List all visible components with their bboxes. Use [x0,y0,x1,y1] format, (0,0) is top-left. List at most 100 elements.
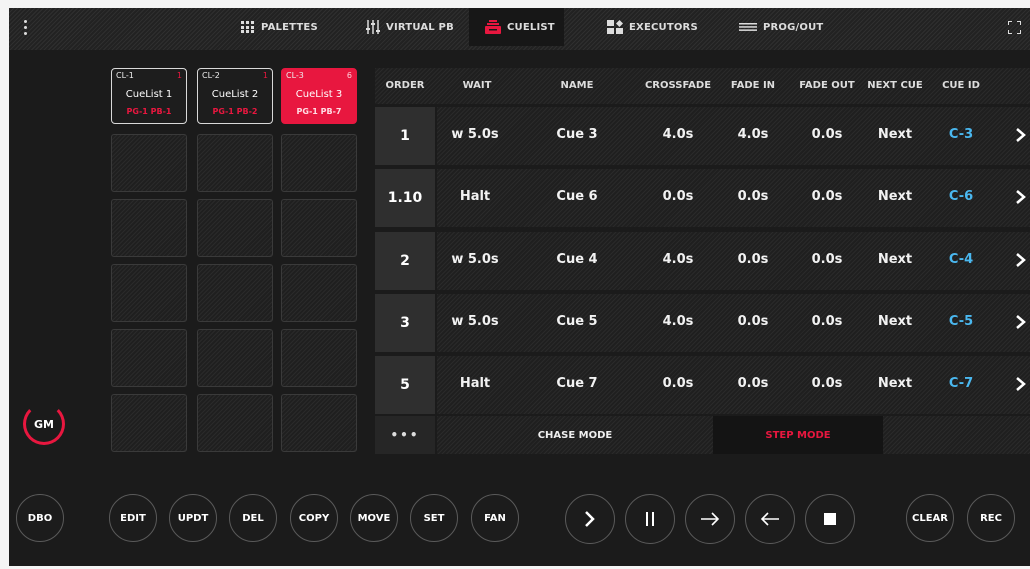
chevron-right-icon[interactable] [1015,250,1027,270]
cue-row[interactable]: 2 w 5.0s Cue 4 4.0s 0.0s 0.0s Next C-4 [375,232,1030,290]
next-cue-button[interactable] [685,494,735,544]
cue-name: Cue 7 [556,376,598,391]
executors-icon [607,20,623,34]
tab-virtual-pb-label: VIRTUAL PB [386,21,454,33]
go-button[interactable] [565,494,615,544]
empty-cuelist-slot[interactable] [281,394,357,452]
tab-prog-out[interactable]: PROG/OUT [739,8,823,46]
cue-id: C-6 [948,189,974,204]
move-button[interactable]: MOVE [350,494,398,542]
cue-row[interactable]: 3 w 5.0s Cue 5 4.0s 0.0s 0.0s Next C-5 [375,294,1030,352]
cue-wait: w 5.0s [451,252,499,267]
fan-label: FAN [484,512,506,524]
edit-button[interactable]: EDIT [109,494,157,542]
copy-button[interactable]: COPY [290,494,338,542]
record-button[interactable]: REC [967,494,1015,542]
cue-wait: Halt [459,376,491,391]
dbo-label: DBO [27,512,53,524]
empty-cuelist-slot[interactable] [111,394,187,452]
dbo-button[interactable]: DBO [16,494,64,542]
empty-cuelist-slot[interactable] [197,134,273,192]
more-options-button[interactable]: ••• [375,416,435,454]
more-menu-icon[interactable] [23,20,29,38]
column-header-crossfade: CROSSFADE [644,80,712,91]
cue-row[interactable]: 5 Halt Cue 7 0.0s 0.0s 0.0s Next C-7 [375,356,1030,414]
chase-mode-button[interactable]: CHASE MODE [437,416,713,454]
cuelist-playback: PG-1 PB-7 [296,107,342,116]
cue-row[interactable]: 1 w 5.0s Cue 3 4.0s 4.0s 0.0s Next C-3 [375,107,1030,165]
stop-button[interactable] [805,494,855,544]
empty-cuelist-slot[interactable] [281,134,357,192]
cue-fade-in: 0.0s [737,376,769,391]
column-header-cue-id: CUE ID [942,80,980,91]
tab-palettes[interactable]: PALETTES [241,8,318,46]
chase-mode-label: CHASE MODE [537,429,613,441]
empty-cuelist-slot[interactable] [111,264,187,322]
step-mode-button[interactable]: STEP MODE [713,416,883,454]
more-dots-icon: ••• [390,428,420,442]
cuelist-cue-count: 1 [262,71,268,80]
cue-id: C-4 [948,252,974,267]
cue-fade-out: 0.0s [811,127,843,142]
empty-cuelist-slot[interactable] [197,264,273,322]
empty-cuelist-slot[interactable] [197,394,273,452]
cuelist-button-2[interactable]: CL-2 1 CueList 2 PG-1 PB-2 [197,68,273,124]
top-bar: PALETTES VIRTUAL PB CUELIST EXECUTORS PR… [9,8,1030,50]
set-button[interactable]: SET [410,494,458,542]
cuelist-id: CL-2 [202,71,220,80]
cue-row-body: Halt Cue 6 0.0s 0.0s 0.0s Next C-6 [437,169,1030,227]
grand-master-knob[interactable]: GM [23,403,65,445]
cue-table-footer: ••• CHASE MODE STEP MODE [375,416,1030,454]
cuelist-playback: PG-1 PB-2 [212,107,258,116]
cue-crossfade: 0.0s [662,189,694,204]
empty-cuelist-slot[interactable] [281,329,357,387]
cue-fade-in: 0.0s [737,314,769,329]
fullscreen-icon[interactable] [1008,21,1021,34]
stop-icon [824,513,836,525]
empty-cuelist-slot[interactable] [281,264,357,322]
tab-cuelist-label: CUELIST [507,21,555,33]
empty-cuelist-slot[interactable] [281,199,357,257]
grand-master-label: GM [34,417,54,431]
cue-id: C-7 [948,376,974,391]
clear-button[interactable]: CLEAR [906,494,954,542]
empty-cuelist-slot[interactable] [111,199,187,257]
cue-row-body: w 5.0s Cue 5 4.0s 0.0s 0.0s Next C-5 [437,294,1030,352]
pause-button[interactable] [625,494,675,544]
cue-row-body: w 5.0s Cue 4 4.0s 0.0s 0.0s Next C-4 [437,232,1030,290]
cue-order: 3 [375,294,435,352]
tab-palettes-label: PALETTES [261,21,318,33]
cue-next: Next [877,314,913,329]
empty-cuelist-slot[interactable] [111,329,187,387]
cue-next: Next [877,376,913,391]
tab-executors[interactable]: EXECUTORS [607,8,698,46]
cue-id: C-5 [948,314,974,329]
cuelist-button-1[interactable]: CL-1 1 CueList 1 PG-1 PB-1 [111,68,187,124]
cue-fade-out: 0.0s [811,189,843,204]
cuelist-button-3[interactable]: CL-3 6 CueList 3 PG-1 PB-7 [281,68,357,124]
previous-cue-button[interactable] [745,494,795,544]
empty-cuelist-slot[interactable] [111,134,187,192]
fan-button[interactable]: FAN [471,494,519,542]
pause-icon [646,512,654,526]
empty-cuelist-slot[interactable] [197,199,273,257]
chevron-right-icon[interactable] [1015,312,1027,332]
cuelist-playback: PG-1 PB-1 [126,107,172,116]
cuelist-cue-count: 6 [346,71,352,80]
chevron-right-icon[interactable] [1015,374,1027,394]
empty-cuelist-slot[interactable] [197,329,273,387]
cue-row-body: w 5.0s Cue 3 4.0s 4.0s 0.0s Next C-3 [437,107,1030,165]
tab-executors-label: EXECUTORS [629,21,698,33]
update-button[interactable]: UPDT [169,494,217,542]
delete-button[interactable]: DEL [229,494,277,542]
tab-virtual-pb[interactable]: VIRTUAL PB [366,8,454,46]
tab-cuelist[interactable]: CUELIST [469,8,564,46]
cue-wait: Halt [459,189,491,204]
cue-row[interactable]: 1.10 Halt Cue 6 0.0s 0.0s 0.0s Next C-6 [375,169,1030,227]
cue-row-body: Halt Cue 7 0.0s 0.0s 0.0s Next C-7 [437,356,1030,414]
faders-icon [366,20,380,34]
cuelist-name: CueList 1 [125,89,173,100]
step-mode-label: STEP MODE [765,429,831,441]
chevron-right-icon[interactable] [1015,125,1027,145]
chevron-right-icon[interactable] [1015,187,1027,207]
